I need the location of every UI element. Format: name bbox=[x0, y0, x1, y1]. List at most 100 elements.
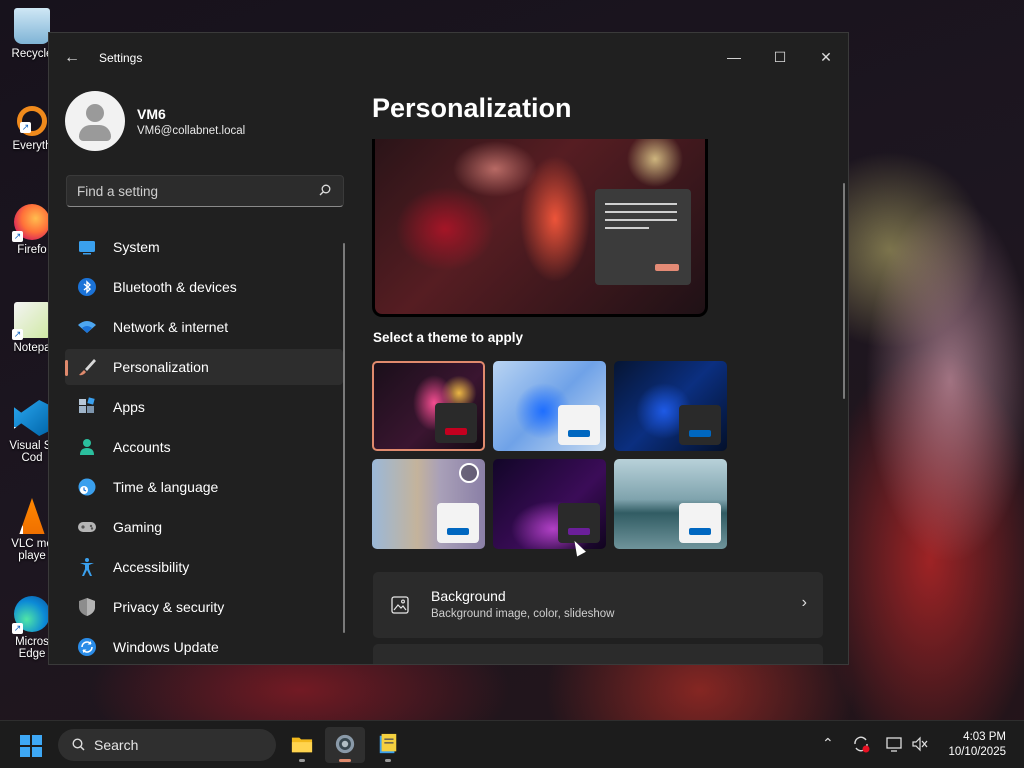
theme-mini-window bbox=[435, 403, 477, 443]
taskbar-notepad[interactable] bbox=[368, 727, 408, 763]
taskbar: Search ⌃ 4:03 PM 10/10/2025 bbox=[0, 720, 1024, 768]
back-button[interactable]: ← bbox=[61, 47, 83, 69]
settings-window: ← Settings — ☐ ✕ VM6 VM6@collabnet.local… bbox=[48, 32, 849, 665]
nav-item-label: Bluetooth & devices bbox=[113, 279, 237, 295]
nav-item-label: Personalization bbox=[113, 359, 209, 375]
theme-heading: Select a theme to apply bbox=[373, 330, 524, 345]
spotlight-badge-icon bbox=[459, 463, 479, 483]
close-button[interactable]: ✕ bbox=[803, 41, 848, 73]
nav-item-label: Time & language bbox=[113, 479, 219, 495]
minimize-button[interactable]: — bbox=[711, 41, 757, 73]
wifi-icon bbox=[78, 321, 96, 333]
nav-item-personalization[interactable]: Personalization bbox=[65, 349, 343, 385]
nav-item-gaming[interactable]: Gaming bbox=[65, 509, 343, 545]
desktop-icon-label: Recycle bbox=[11, 48, 53, 60]
background-setting-card[interactable]: Background Background image, color, slid… bbox=[373, 572, 823, 638]
sync-alert-icon[interactable] bbox=[852, 735, 870, 753]
running-indicator bbox=[385, 759, 391, 762]
shortcut-arrow-icon: ↗ bbox=[12, 623, 23, 634]
gamepad-icon bbox=[78, 522, 96, 532]
search-icon[interactable] bbox=[319, 184, 331, 196]
file-explorer-icon bbox=[291, 737, 313, 753]
nav-item-system[interactable]: System bbox=[65, 229, 343, 265]
theme-glow[interactable] bbox=[372, 361, 485, 451]
vscode-icon: ↗ bbox=[14, 400, 50, 436]
personalization-content: Select a theme to apply Background Backg… bbox=[372, 139, 827, 664]
nav-item-label: Gaming bbox=[113, 519, 163, 535]
maximize-button[interactable]: ☐ bbox=[757, 41, 803, 73]
avatar-head bbox=[86, 104, 104, 122]
nav-item-apps[interactable]: Apps bbox=[65, 389, 343, 425]
desktop-icon-label: Notepa bbox=[13, 342, 51, 354]
shortcut-arrow-icon: ↗ bbox=[20, 122, 31, 133]
background-card-subtitle: Background image, color, slideshow bbox=[431, 608, 615, 620]
firefox-icon: ↗ bbox=[12, 204, 50, 242]
nav-item-time-language[interactable]: Time & language bbox=[65, 469, 343, 505]
theme-flow[interactable] bbox=[493, 459, 606, 549]
paintbrush-icon bbox=[79, 359, 96, 376]
everything-search-icon: ↗ bbox=[17, 106, 47, 136]
time-language-icon bbox=[78, 478, 96, 496]
taskbar-settings[interactable] bbox=[325, 727, 365, 763]
find-setting-input[interactable] bbox=[77, 176, 307, 206]
windows-update-icon bbox=[78, 638, 96, 656]
theme-sunrise[interactable] bbox=[614, 459, 727, 549]
nav-item-label: Windows Update bbox=[113, 639, 219, 655]
colors-setting-card[interactable] bbox=[373, 644, 823, 664]
shortcut-arrow-icon: ↗ bbox=[12, 329, 23, 340]
mute-icon[interactable] bbox=[911, 735, 929, 753]
nav-item-network[interactable]: Network & internet bbox=[65, 309, 343, 345]
theme-mini-window bbox=[437, 503, 479, 543]
shortcut-arrow-icon: ↗ bbox=[13, 427, 23, 437]
app-title: Settings bbox=[99, 51, 143, 65]
recycle-bin-icon bbox=[14, 8, 50, 44]
vlc-icon: ↗ bbox=[13, 498, 45, 535]
avatar-body bbox=[79, 125, 111, 141]
settings-nav: System Bluetooth & devices Network & int… bbox=[65, 229, 343, 664]
running-indicator bbox=[299, 759, 305, 762]
nav-scrollbar[interactable] bbox=[343, 243, 345, 633]
shortcut-arrow-icon: ↗ bbox=[13, 525, 23, 535]
nav-item-windows-update[interactable]: Windows Update bbox=[65, 629, 343, 664]
title-bar: ← Settings — ☐ ✕ bbox=[49, 33, 848, 81]
taskbar-search[interactable]: Search bbox=[58, 729, 276, 761]
active-indicator bbox=[339, 759, 351, 762]
shortcut-arrow-icon: ↗ bbox=[12, 231, 23, 242]
display-icon[interactable] bbox=[885, 735, 903, 753]
user-name: VM6 bbox=[137, 106, 166, 122]
start-button[interactable] bbox=[20, 735, 42, 757]
find-setting-box[interactable] bbox=[66, 175, 344, 207]
nav-item-accounts[interactable]: Accounts bbox=[65, 429, 343, 465]
theme-windows-light[interactable] bbox=[493, 361, 606, 451]
clock[interactable]: 4:03 PM 10/10/2025 bbox=[948, 730, 1006, 760]
preview-accent-button bbox=[655, 264, 679, 271]
nav-item-accessibility[interactable]: Accessibility bbox=[65, 549, 343, 585]
avatar[interactable] bbox=[65, 91, 125, 151]
user-email: VM6@collabnet.local bbox=[137, 125, 246, 137]
taskbar-file-explorer[interactable] bbox=[282, 727, 322, 763]
preview-window bbox=[595, 189, 691, 285]
theme-mini-window bbox=[558, 503, 600, 543]
desktop-icon-label: VLC me playe bbox=[11, 538, 53, 562]
clock-date: 10/10/2025 bbox=[948, 746, 1006, 758]
settings-icon bbox=[335, 734, 355, 754]
chevron-up-icon[interactable]: ⌃ bbox=[822, 735, 834, 752]
image-icon bbox=[391, 596, 409, 614]
theme-captured-motion[interactable] bbox=[372, 459, 485, 549]
bluetooth-icon bbox=[78, 278, 96, 296]
nav-item-privacy-security[interactable]: Privacy & security bbox=[65, 589, 343, 625]
content-scrollbar[interactable] bbox=[843, 183, 845, 399]
notepad-icon bbox=[379, 733, 397, 754]
apps-icon bbox=[79, 397, 95, 413]
theme-windows-dark[interactable] bbox=[614, 361, 727, 451]
theme-mini-window bbox=[558, 405, 600, 445]
nav-item-bluetooth[interactable]: Bluetooth & devices bbox=[65, 269, 343, 305]
accounts-icon bbox=[80, 439, 94, 455]
nav-item-label: Network & internet bbox=[113, 319, 229, 335]
nav-item-label: Accessibility bbox=[113, 559, 190, 575]
system-monitor-icon bbox=[79, 241, 95, 255]
notepad-plus-plus-icon: ↗ bbox=[12, 302, 50, 340]
background-card-title: Background bbox=[431, 588, 506, 604]
shield-icon bbox=[79, 598, 95, 616]
taskbar-search-label: Search bbox=[94, 737, 139, 753]
